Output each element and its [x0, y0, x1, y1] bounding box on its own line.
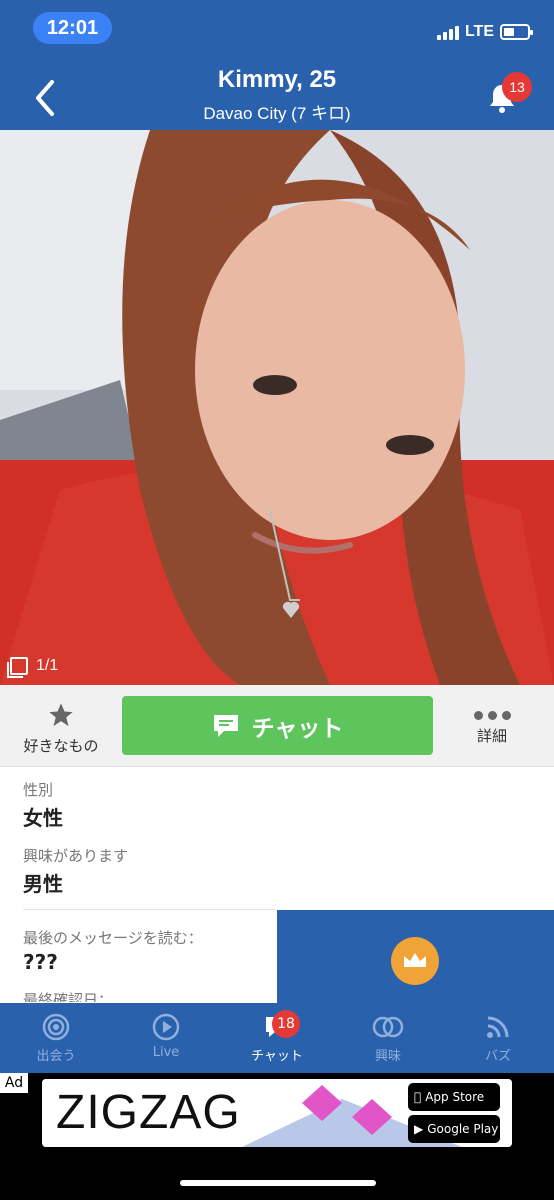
- chat-button[interactable]: チャット: [122, 696, 433, 755]
- profile-location: Davao City (7 キロ): [203, 104, 351, 123]
- play-store-icon: ▶: [414, 1122, 424, 1136]
- profile-name: Kimmy, 25: [217, 66, 337, 93]
- tab-live-label: Live: [152, 1045, 180, 1060]
- status-indicators: LTE: [436, 22, 533, 42]
- profile-photo[interactable]: [0, 130, 554, 685]
- app-header: 12:01 LTE Kimmy, 25 Davao City (7 キロ) 13: [0, 0, 554, 130]
- app-store-badge[interactable]:  App Store: [408, 1083, 500, 1111]
- tab-meet-label: 出会う: [36, 1049, 76, 1064]
- profile-photo-image: [0, 130, 554, 685]
- play-icon: [152, 1013, 180, 1041]
- apple-icon: : [414, 1090, 421, 1104]
- rss-icon: [487, 1016, 509, 1038]
- signal-icon: [436, 24, 459, 40]
- tab-chat-label: チャット: [251, 1049, 303, 1064]
- gender-label: 性別: [23, 781, 54, 799]
- home-indicator: [180, 1180, 376, 1186]
- premium-button[interactable]: [391, 937, 439, 985]
- target-icon: [42, 1013, 70, 1041]
- last-message-section: 最後のメッセージを読む： ???: [23, 927, 273, 974]
- photo-counter-text: 1/1: [36, 657, 59, 674]
- crown-icon: [404, 953, 426, 967]
- last-message-label: 最後のメッセージを読む：: [23, 929, 203, 947]
- last-seen-label: 最終確認日：: [23, 991, 114, 1002]
- photo-gallery-icon: [7, 657, 28, 678]
- notification-badge: 13: [502, 72, 532, 102]
- photo-counter: 1/1: [7, 654, 59, 678]
- tab-interests-label: 興味: [374, 1049, 401, 1064]
- ad-tag: Ad: [0, 1073, 28, 1093]
- favorite-button[interactable]: 好きなもの: [14, 701, 108, 756]
- more-icon: [452, 707, 532, 723]
- network-label: LTE: [464, 23, 494, 40]
- chat-button-label: チャット: [251, 715, 344, 742]
- tab-buzz-label: バズ: [484, 1049, 511, 1064]
- profile-info: 性別 女性 興味があります 男性: [23, 779, 523, 897]
- tab-buzz[interactable]: バズ: [448, 1013, 548, 1064]
- last-message-value: ???: [23, 950, 58, 974]
- divider: [23, 909, 277, 910]
- ad-title: ZIGZAG: [56, 1086, 241, 1139]
- details-label: 詳細: [476, 727, 507, 745]
- interest-value: 男性: [23, 872, 63, 896]
- details-button[interactable]: 詳細: [452, 707, 532, 746]
- app-store-label: App Store: [418, 1090, 484, 1104]
- tab-meet[interactable]: 出会う: [6, 1013, 106, 1064]
- tab-interests[interactable]: 興味: [338, 1013, 438, 1064]
- battery-icon: [500, 24, 533, 40]
- chat-bubble-icon: [213, 714, 238, 737]
- interest-label: 興味があります: [23, 847, 129, 865]
- status-time: 12:01: [33, 12, 112, 44]
- star-icon: [49, 703, 73, 727]
- gender-value: 女性: [23, 806, 63, 830]
- action-bar: 好きなもの チャット 詳細: [0, 685, 554, 767]
- favorite-label: 好きなもの: [23, 737, 99, 755]
- google-play-label: Google Play: [427, 1122, 499, 1136]
- tab-live[interactable]: Live: [116, 1013, 216, 1060]
- ad-creative[interactable]: ZIGZAG  App Store ▶ Google Play: [42, 1079, 512, 1147]
- rings-icon: [372, 1016, 404, 1038]
- google-play-badge[interactable]: ▶ Google Play: [408, 1115, 500, 1143]
- chat-badge: 18: [272, 1010, 300, 1038]
